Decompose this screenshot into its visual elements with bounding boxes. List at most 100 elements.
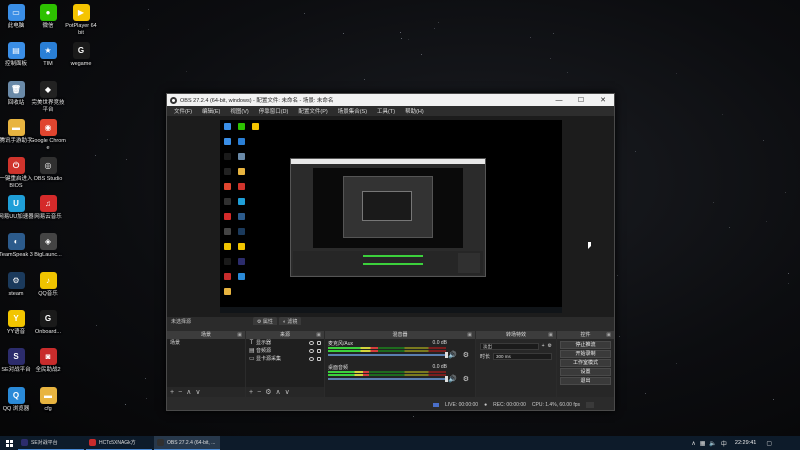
gear-icon[interactable]: ⚙	[265, 388, 271, 396]
dock-float-icon[interactable]: ▣	[316, 331, 321, 339]
gear-icon[interactable]: ⚙	[463, 375, 469, 383]
scene-item[interactable]: 场景	[167, 339, 245, 347]
source-item-capture[interactable]: ▭显卡源采集	[246, 355, 324, 363]
add-icon[interactable]: +	[249, 389, 253, 396]
desktop-icon-label: SE对战平台	[1, 367, 31, 373]
desktop-icon-label: wegame	[70, 61, 92, 67]
desktop-icon[interactable]: ★ TIM	[30, 42, 66, 68]
menu-view[interactable]: 视图(V)	[225, 107, 253, 115]
bios-icon: ⏻	[7, 157, 25, 174]
transition-select[interactable]: 淡出	[480, 342, 539, 350]
desktop-icon[interactable]: ♫ 网易云音乐	[30, 195, 66, 221]
volume-slider[interactable]	[328, 352, 448, 358]
start-button[interactable]	[0, 436, 18, 450]
desktop-icon[interactable]: ◈ BigLaunc...	[30, 233, 66, 259]
notification-icon[interactable]: ▢	[766, 440, 772, 447]
gear-icon[interactable]: ⚙	[548, 343, 552, 349]
source-item-display[interactable]: T 显示器	[246, 339, 324, 347]
desktop-icon[interactable]: ● 微信	[30, 4, 66, 30]
transitions-title: 转场特效	[505, 332, 526, 338]
star	[364, 79, 366, 81]
desktop-icon[interactable]: ◐ TeamSpeak 3	[0, 233, 34, 259]
desktop-icon[interactable]: G Onboard...	[30, 310, 66, 336]
taskbar-item[interactable]: HCTc5XNAGk方	[86, 436, 152, 450]
visibility-icon[interactable]	[309, 357, 314, 361]
menu-edit[interactable]: 编辑(E)	[197, 107, 225, 115]
studio-mode-button[interactable]: 工作室模式	[560, 359, 611, 367]
dock-float-icon[interactable]: ▣	[237, 331, 242, 339]
preview-mini-icon	[238, 153, 245, 160]
volume-icon[interactable]: 🔈	[709, 440, 716, 447]
ime-icon[interactable]: 中	[721, 439, 727, 448]
menu-docks[interactable]: 停靠窗口(D)	[254, 107, 294, 115]
settings-button[interactable]: 设置	[560, 368, 611, 376]
dock-float-icon[interactable]: ▣	[606, 331, 611, 339]
desktop-icon[interactable]: Gwegame	[63, 42, 99, 68]
lock-icon[interactable]	[317, 357, 321, 361]
volume-slider[interactable]	[328, 376, 448, 382]
desktop-icon[interactable]: 🗑 回收站	[0, 81, 34, 107]
star	[407, 38, 409, 40]
minimize-icon[interactable]: —	[548, 94, 570, 106]
move-down-icon[interactable]: ∨	[285, 388, 290, 396]
desktop-icon[interactable]: U 网易UU加速器	[0, 195, 34, 221]
move-down-icon[interactable]: ∨	[195, 388, 200, 396]
gear-icon[interactable]: ⚙	[463, 351, 469, 359]
remove-icon[interactable]: −	[178, 389, 182, 396]
desktop-icon[interactable]: ◙ 全民助战2	[30, 348, 66, 374]
source-item-audio[interactable]: ▤音频源	[246, 347, 324, 355]
desktop-icon-label: 回收站	[7, 100, 25, 106]
desktop-icon[interactable]: S SE对战平台	[0, 348, 34, 374]
lock-icon[interactable]	[317, 349, 321, 353]
preview-area[interactable]	[167, 116, 614, 317]
desktop-icon[interactable]: ▬ cfg	[30, 387, 66, 413]
desktop-icon[interactable]: ⚙ steam	[0, 272, 34, 298]
add-icon[interactable]: +	[170, 389, 174, 396]
menu-tools[interactable]: 工具(T)	[372, 107, 400, 115]
desktop-icon[interactable]: ◉ Google Chrome	[30, 119, 66, 152]
tab-filters[interactable]: ◐ 滤镜	[279, 317, 302, 325]
desktop-icon[interactable]: ⏻ 一键重启进入 BIOS	[0, 157, 34, 190]
remove-icon[interactable]: −	[257, 389, 261, 396]
dock-float-icon[interactable]: ▣	[467, 331, 472, 339]
clock[interactable]: 22:29:41	[735, 440, 756, 446]
desktop-icon[interactable]: ♪ QQ音乐	[30, 272, 66, 298]
duration-input[interactable]: 300 ms	[493, 352, 552, 360]
add-icon[interactable]: +	[542, 343, 545, 349]
move-up-icon[interactable]: ∧	[275, 388, 280, 396]
close-icon[interactable]: ✕	[592, 94, 614, 106]
stop-streaming-button[interactable]: 停止推流	[560, 341, 611, 349]
taskbar-item[interactable]: SE对战平台	[18, 436, 84, 450]
speaker-icon[interactable]: 🔊	[448, 375, 457, 383]
visibility-icon[interactable]	[309, 341, 314, 345]
preview-mini-icon	[224, 243, 231, 250]
desktop-icon[interactable]: ▭ 此电脑	[0, 4, 34, 30]
dock-float-icon[interactable]: ▣	[548, 331, 553, 339]
desktop-icon[interactable]: ▶ PotPlayer 64 bit	[63, 4, 99, 37]
speaker-icon[interactable]: 🔊	[448, 351, 457, 359]
menu-file[interactable]: 文件(F)	[169, 107, 197, 115]
visibility-icon[interactable]	[309, 349, 314, 353]
taskbar: SE对战平台 HCTc5XNAGk方 OBS 27.2.4 (64-bit, ...…	[0, 436, 800, 450]
preview-canvas[interactable]	[220, 120, 562, 313]
desktop-icon[interactable]: ◎ OBS Studio	[30, 157, 66, 183]
move-up-icon[interactable]: ∧	[186, 388, 191, 396]
menu-help[interactable]: 帮助(H)	[400, 107, 429, 115]
taskbar-item[interactable]: OBS 27.2.4 (64-bit, ...	[154, 436, 220, 450]
menu-scene-collection[interactable]: 场景集合(S)	[333, 107, 372, 115]
desktop-icon[interactable]: ▬ 腾讯手游助手	[0, 119, 34, 145]
lock-icon[interactable]	[317, 341, 321, 345]
menu-profile[interactable]: 配置文件(P)	[293, 107, 332, 115]
desktop-icon-label: OBS Studio	[33, 176, 63, 182]
desktop-icon[interactable]: Q QQ 浏览器	[0, 387, 34, 413]
maximize-icon[interactable]: ☐	[570, 94, 592, 106]
network-icon[interactable]: ▦	[700, 440, 706, 447]
chevron-up-icon[interactable]: ∧	[691, 440, 695, 447]
exit-button[interactable]: 退出	[560, 377, 611, 385]
desktop-icon[interactable]: ▤ 控制面板	[0, 42, 34, 68]
start-recording-button[interactable]: 开始录制	[560, 350, 611, 358]
desktop-icon[interactable]: ◆ 完美世界竞技平台	[30, 81, 66, 114]
capture-icon: ▭	[249, 356, 255, 362]
desktop-icon[interactable]: Y YY语音	[0, 310, 34, 336]
tab-properties[interactable]: ⚙ 属性	[253, 317, 277, 325]
